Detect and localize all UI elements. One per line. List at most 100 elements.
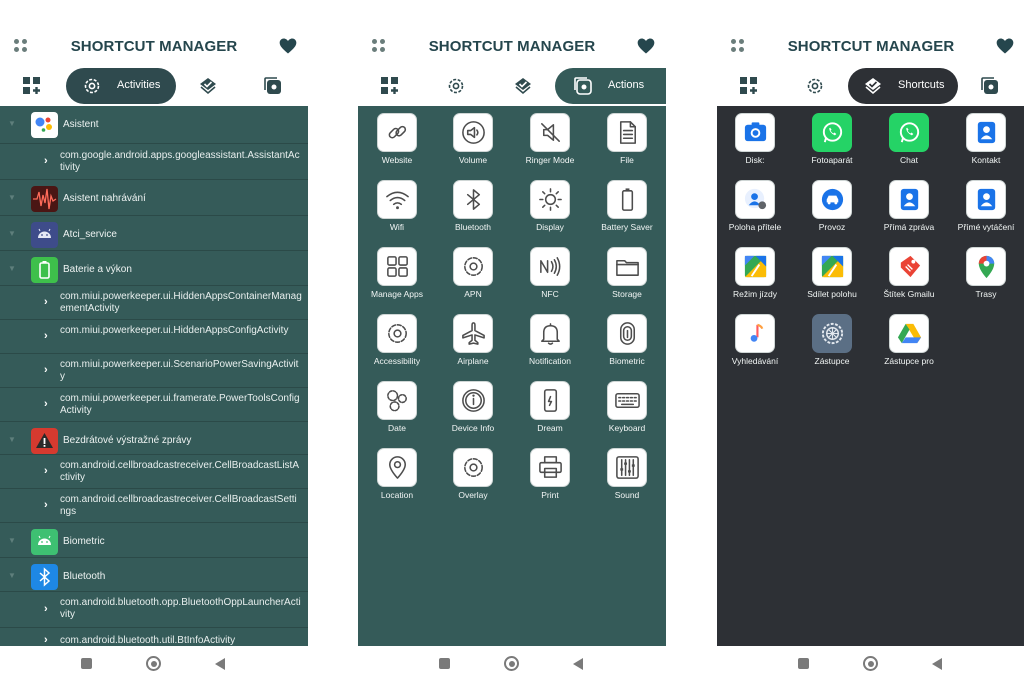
action-bluetooth[interactable]: Bluetooth: [435, 173, 511, 239]
list-item[interactable]: ▼ Bezdrátové výstražné zprávy: [0, 422, 308, 455]
action-ringer-mode[interactable]: Ringer Mode: [512, 106, 588, 172]
table-row[interactable]: › com.miui.powerkeeper.ui.HiddenAppsConf…: [0, 320, 308, 354]
android-icon: [31, 529, 58, 555]
action-keyboard[interactable]: Keyboard: [589, 374, 665, 440]
table-row[interactable]: › com.android.bluetooth.opp.BluetoothOpp…: [0, 592, 308, 628]
list-item[interactable]: ▼ Baterie a výkon: [0, 251, 308, 286]
chevron-right-icon: ›: [44, 330, 48, 342]
shortcut-item[interactable]: Chat: [871, 106, 947, 172]
action-airplane[interactable]: Airplane: [435, 307, 511, 373]
back-button[interactable]: [932, 658, 942, 670]
home-button[interactable]: [504, 656, 519, 671]
tab-activities[interactable]: Activities: [66, 68, 176, 104]
activity-name: com.google.android.apps.googleassistant.…: [60, 150, 300, 173]
shortcut-item[interactable]: Přímé vytáčení: [948, 173, 1024, 239]
contact-location-icon: [744, 188, 767, 210]
heart-icon[interactable]: [995, 36, 1015, 56]
action-device-info[interactable]: Device Info: [435, 374, 511, 440]
action-nfc[interactable]: NFC: [512, 240, 588, 306]
action-accessibility[interactable]: Accessibility: [359, 307, 435, 373]
table-row[interactable]: › com.android.bluetooth.util.BtInfoActiv…: [0, 628, 308, 646]
action-location[interactable]: Location: [359, 441, 435, 507]
heart-icon[interactable]: [278, 36, 298, 56]
table-row[interactable]: › com.android.cellbroadcastreceiver.Cell…: [0, 455, 308, 489]
list-item[interactable]: ▼ Asistent: [0, 106, 308, 144]
action-label: Overlay: [458, 490, 488, 500]
home-button[interactable]: [863, 656, 878, 671]
action-label: Device Info: [451, 423, 495, 433]
shortcut-item[interactable]: Poloha přítele: [717, 173, 793, 239]
tab-activities-label: Activities: [117, 79, 161, 91]
shortcut-item[interactable]: Zástupce: [794, 307, 870, 373]
shortcut-item[interactable]: Provoz: [794, 173, 870, 239]
shortcut-item[interactable]: Vyhledávání: [717, 307, 793, 373]
shortcut-item[interactable]: Disk:: [717, 106, 793, 172]
shortcut-label: Režim jízdy: [733, 289, 777, 299]
tab-dashboard[interactable]: [380, 68, 404, 104]
shortcut-item[interactable]: Fotoaparát: [794, 106, 870, 172]
tab-shortcuts[interactable]: Shortcuts: [848, 68, 958, 104]
shortcut-item[interactable]: Kontakt: [948, 106, 1024, 172]
action-volume[interactable]: Volume: [435, 106, 511, 172]
shortcut-item[interactable]: Režim jízdy: [717, 240, 793, 306]
app-name: Baterie a výkon: [63, 264, 132, 275]
tab-activities[interactable]: [446, 68, 470, 104]
shortcut-item[interactable]: Zástupce pro: [871, 307, 947, 373]
home-button[interactable]: [146, 656, 161, 671]
file-icon: [619, 121, 636, 144]
table-row[interactable]: › com.google.android.apps.googleassistan…: [0, 144, 308, 180]
action-website[interactable]: Website: [359, 106, 435, 172]
shortcut-item[interactable]: Sdílet polohu: [794, 240, 870, 306]
action-manage-apps[interactable]: Manage Apps: [359, 240, 435, 306]
collapse-icon[interactable]: ▼: [8, 193, 16, 202]
shortcut-item[interactable]: Trasy: [948, 240, 1024, 306]
tab-dashboard[interactable]: [739, 68, 763, 104]
tab-actions[interactable]: [980, 68, 1004, 104]
action-date[interactable]: Date: [359, 374, 435, 440]
list-item[interactable]: ▼ Biometric: [0, 523, 308, 558]
action-apn[interactable]: APN: [435, 240, 511, 306]
collapse-icon[interactable]: ▼: [8, 571, 16, 580]
tab-activities[interactable]: [805, 68, 829, 104]
collapse-icon[interactable]: ▼: [8, 536, 16, 545]
tab-shortcuts[interactable]: [513, 68, 537, 104]
tab-dashboard[interactable]: [22, 68, 46, 104]
action-biometric[interactable]: Biometric: [589, 307, 665, 373]
back-button[interactable]: [215, 658, 225, 670]
collapse-icon[interactable]: ▼: [8, 119, 16, 128]
action-battery-saver[interactable]: Battery Saver: [589, 173, 665, 239]
table-row[interactable]: › com.android.cellbroadcastreceiver.Cell…: [0, 489, 308, 523]
collapse-icon[interactable]: ▼: [8, 264, 16, 273]
tab-actions[interactable]: [263, 68, 287, 104]
tab-actions[interactable]: Actions: [555, 68, 666, 104]
shortcut-label: Štítek Gmailu: [883, 289, 935, 299]
action-sound[interactable]: Sound: [589, 441, 665, 507]
gear-icon: [388, 324, 407, 343]
shortcut-item[interactable]: Štítek Gmailu: [871, 240, 947, 306]
collapse-icon[interactable]: ▼: [8, 435, 16, 444]
table-row[interactable]: › com.miui.powerkeeper.ui.ScenarioPowerS…: [0, 354, 308, 388]
action-file[interactable]: File: [589, 106, 665, 172]
table-row[interactable]: › com.miui.powerkeeper.ui.HiddenAppsCont…: [0, 286, 308, 320]
list-item[interactable]: ▼ Atci_service: [0, 216, 308, 251]
recents-button[interactable]: [81, 658, 92, 669]
list-item[interactable]: ▼ Bluetooth: [0, 558, 308, 592]
list-item[interactable]: ▼ Asistent nahrávání: [0, 180, 308, 216]
tab-shortcuts[interactable]: [198, 68, 222, 104]
action-notification[interactable]: Notification: [512, 307, 588, 373]
collapse-icon[interactable]: ▼: [8, 229, 16, 238]
action-display[interactable]: Display: [512, 173, 588, 239]
action-dream[interactable]: Dream: [512, 374, 588, 440]
action-storage[interactable]: Storage: [589, 240, 665, 306]
action-print[interactable]: Print: [512, 441, 588, 507]
table-row[interactable]: › com.miui.powerkeeper.ui.framerate.Powe…: [0, 388, 308, 422]
app-name: Atci_service: [63, 229, 117, 240]
system-nav-bar: [717, 646, 1024, 682]
action-overlay[interactable]: Overlay: [435, 441, 511, 507]
back-button[interactable]: [573, 658, 583, 670]
recents-button[interactable]: [798, 658, 809, 669]
heart-icon[interactable]: [636, 36, 656, 56]
action-wifi[interactable]: Wifi: [359, 173, 435, 239]
recents-button[interactable]: [439, 658, 450, 669]
shortcut-item[interactable]: Přímá zpráva: [871, 173, 947, 239]
